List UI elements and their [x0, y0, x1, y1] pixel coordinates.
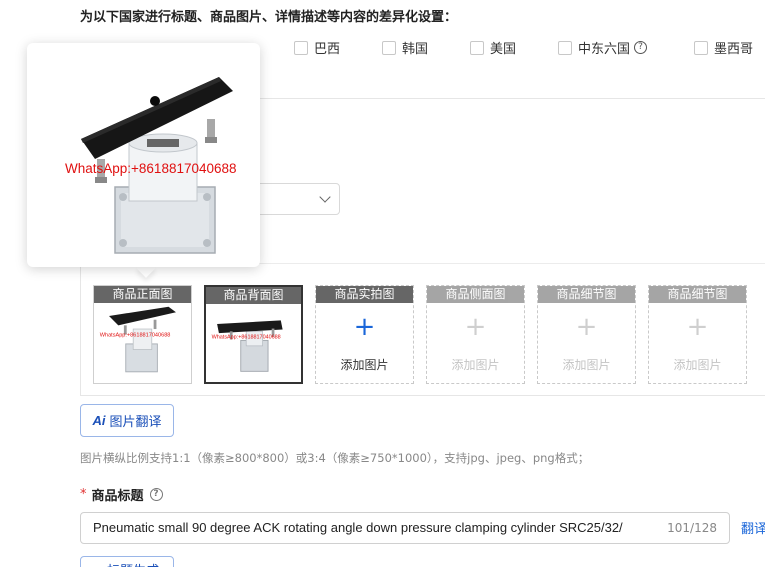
- slot-label: 商品细节图: [649, 286, 746, 303]
- add-image-text: 添加图片: [673, 358, 722, 372]
- thumb-watermark: WhatsApp:+8618817040688: [100, 332, 171, 338]
- checkbox[interactable]: [294, 40, 308, 55]
- title-char-counter: 101/128: [661, 521, 717, 535]
- product-title-value[interactable]: Pneumatic small 90 degree ACK rotating a…: [93, 520, 623, 535]
- image-slot-front[interactable]: 商品正面图 WhatsApp:+8618817040688: [93, 285, 192, 384]
- ai-icon: Ai: [92, 413, 106, 428]
- checkbox[interactable]: [382, 40, 396, 55]
- country-usa[interactable]: 美国: [470, 38, 516, 57]
- image-preview-popover: WhatsApp:+8618817040688: [27, 43, 260, 267]
- country-label: 中东六国: [578, 42, 631, 57]
- add-image-text: 添加图片: [451, 358, 500, 372]
- thumb-watermark: WhatsApp:+8618817040688: [212, 335, 281, 341]
- help-icon[interactable]: ?: [149, 488, 163, 501]
- image-slot-detail-2[interactable]: 商品细节图 + 添加图片: [648, 285, 747, 384]
- image-slot-real-shot[interactable]: 商品实拍图 + 添加图片: [315, 285, 414, 384]
- preview-watermark: WhatsApp:+8618817040688: [65, 161, 237, 176]
- product-thumbnail: WhatsApp:+8618817040688: [212, 320, 283, 372]
- country-mexico[interactable]: 墨西哥: [694, 38, 753, 57]
- product-preview-image: WhatsApp:+8618817040688: [65, 77, 237, 254]
- country-label: 墨西哥: [714, 42, 754, 57]
- plus-icon: +: [464, 312, 487, 342]
- checkbox[interactable]: [558, 40, 572, 55]
- product-title-label: * 商品标题 ?: [80, 485, 163, 504]
- slot-label: 商品背面图: [206, 287, 301, 304]
- country-label: 美国: [490, 42, 517, 57]
- required-mark: *: [80, 487, 87, 502]
- slot-label: 商品侧面图: [427, 286, 524, 303]
- plus-icon: +: [575, 312, 598, 342]
- image-slot-back[interactable]: 商品背面图 WhatsApp:+8618817040688: [204, 285, 303, 384]
- product-thumbnail: WhatsApp:+8618817040688: [100, 306, 176, 373]
- help-icon[interactable]: ?: [634, 41, 648, 54]
- title-generate-button[interactable]: 标题生成: [80, 556, 174, 567]
- checkbox[interactable]: [470, 40, 484, 55]
- country-korea[interactable]: 韩国: [382, 38, 428, 57]
- title-translate-link[interactable]: 翻译: [741, 518, 765, 537]
- slot-label: 商品实拍图: [316, 286, 413, 303]
- country-label: 韩国: [402, 42, 429, 57]
- image-translate-button[interactable]: Ai 图片翻译: [80, 404, 174, 437]
- plus-icon: +: [353, 312, 376, 342]
- image-slot-side[interactable]: 商品侧面图 + 添加图片: [426, 285, 525, 384]
- slot-label: 商品正面图: [94, 286, 191, 303]
- checkbox[interactable]: [694, 40, 708, 55]
- image-format-hint: 图片横纵比例支持1:1（像素≥800*800）或3:4（像素≥750*1000）…: [80, 451, 590, 465]
- country-gcc[interactable]: 中东六国?: [558, 38, 648, 57]
- chevron-down-icon: [319, 191, 331, 203]
- product-title-text: 商品标题: [91, 489, 144, 504]
- add-image-text: 添加图片: [562, 358, 611, 372]
- country-label: 巴西: [314, 42, 341, 57]
- country-brazil[interactable]: 巴西: [294, 38, 340, 57]
- section-heading: 为以下国家进行标题、商品图片、详情描述等内容的差异化设置：: [80, 10, 458, 25]
- plus-icon: +: [686, 312, 709, 342]
- add-image-text: 添加图片: [340, 358, 389, 372]
- product-title-input[interactable]: Pneumatic small 90 degree ACK rotating a…: [80, 512, 730, 544]
- image-translate-label: 图片翻译: [109, 414, 162, 429]
- slot-label: 商品细节图: [538, 286, 635, 303]
- image-slot-detail-1[interactable]: 商品细节图 + 添加图片: [537, 285, 636, 384]
